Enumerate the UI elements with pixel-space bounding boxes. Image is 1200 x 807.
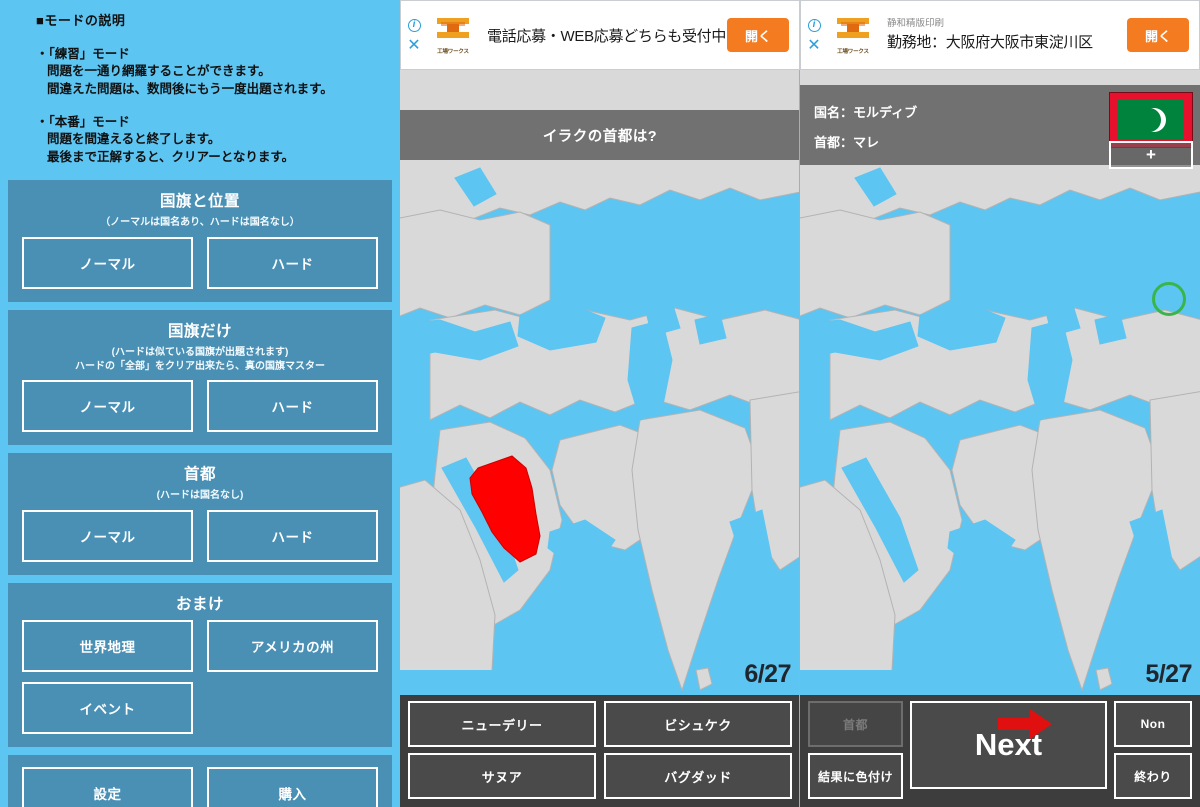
maldives-flag [1109,92,1193,148]
advertiser-logo-caption: 工場ワークス [437,48,469,55]
info-icon[interactable]: i [807,18,821,32]
mode-line: 問題を間違えると終了します。 [47,132,221,147]
section-title: 国旗と位置 [159,192,240,210]
section-buttons: ノーマル ハード [22,236,378,289]
bonus-us-states-button[interactable]: アメリカの州 [207,619,378,672]
quiz-pane-capital: イラクの首都は? 6/27 ニューデリー ビシュケク サヌア バグダッド [400,70,800,807]
section-capital: 首都 (ハードは国名なし) ノーマル ハード [8,452,392,575]
advertiser-logo-icon: 工場ワークス [427,12,479,58]
capital-hard-button[interactable]: ハード [207,509,378,562]
capital-normal-button[interactable]: ノーマル [22,509,193,562]
progress-counter-right: 5/27 [1145,660,1192,688]
country-name-label: 国名：モルディブ [814,105,918,120]
non-button[interactable]: Non [1114,701,1192,747]
ad-text-left: 電話応募・WEB応募どちらも受付中 [479,25,727,46]
ad-advertiser-name: 静和精版印刷 [887,18,945,30]
section-title: おまけ [175,595,224,613]
color-result-button[interactable]: 結果に色付け [808,753,903,799]
flag-only-normal-button[interactable]: ノーマル [22,379,193,432]
bonus-buttons: 世界地理 アメリカの州 イベント [22,619,378,734]
section-title: 国旗だけ [167,322,232,340]
mode-description: ■モードの説明 ・「練習」モード 問題を一通り網羅することができます。 間違えた… [8,0,392,167]
purchase-button[interactable]: 購入 [207,766,378,807]
ad-text-right: 静和精版印刷 勤務地：大阪府大阪市東淀川区 [879,18,1127,51]
advertiser-logo-icon: 工場ワークス [827,12,879,58]
section-buttons: ノーマル ハード [22,509,378,562]
section-subtitle-2: ハードの「全部」をクリア出来たら、真の国旗マスター [75,360,325,372]
answer-option-3[interactable]: サヌア [408,753,596,799]
answer-grid: ニューデリー ビシュケク サヌア バグダッド [408,701,792,799]
answer-option-2[interactable]: ビシュケク [604,701,792,747]
section-buttons: ノーマル ハード [22,379,378,432]
footer-buttons: 設定 購入 [22,766,378,807]
close-icon[interactable]: ✕ [407,37,420,54]
section-subtitle: (ハードは国名なし) [156,489,244,501]
zoom-in-button[interactable]: + [1109,141,1193,169]
bonus-event-button[interactable]: イベント [22,681,193,734]
ad-open-button-right[interactable]: 開く [1127,18,1189,52]
sidebar-footer: 設定 購入 [8,754,392,807]
control-column-right: Non 終わり [1114,701,1192,799]
red-arrow-pointer [998,709,1052,739]
info-icon[interactable]: i [407,18,421,32]
ad-banner-right[interactable]: i ✕ 工場ワークス 静和精版印刷 勤務地：大阪府大阪市東淀川区 開く [800,0,1200,70]
ad-banner-left[interactable]: i ✕ 工場ワークス 電話応募・WEB応募どちらも受付中 開く [400,0,800,70]
mode-line: 最後まで正解すると、クリアーとなります。 [47,150,295,165]
flag-location-normal-button[interactable]: ノーマル [22,236,193,289]
section-bonus: おまけ 世界地理 アメリカの州 イベント [8,582,392,747]
mode-description-item: ・「本番」モード 問題を間違えると終了します。 最後まで正解すると、クリアーとな… [36,111,392,166]
answer-option-1[interactable]: ニューデリー [408,701,596,747]
capital-name-label: 首都：マレ [814,135,880,150]
app-screen: ■モードの説明 ・「練習」モード 問題を一通り網羅することができます。 間違えた… [0,0,1200,807]
mode-description-item: ・「練習」モード 問題を一通り網羅することができます。 間違えた問題は、数問後に… [36,43,392,98]
mode-line: 問題を一通り網羅することができます。 [47,64,271,78]
section-title: 首都 [183,465,216,483]
section-subtitle: （ノーマルは国名あり、ハードは国名なし） [100,216,300,228]
mode-description-heading: ■モードの説明 [36,13,126,28]
mode-title: ・「練習」モード [36,47,130,61]
quiz-pane-result: 国名：モルディブ 首都：マレ + 5/27 首都 結果に色付け Next Non… [800,70,1200,807]
advertiser-logo-caption: 工場ワークス [837,48,869,55]
ad-headline: 電話応募・WEB応募どちらも受付中 [487,27,727,45]
quiz-panes: イラクの首都は? 6/27 ニューデリー ビシュケク サヌア バグダッド 国名：… [400,70,1200,807]
progress-counter-left: 6/27 [744,660,791,688]
answer-option-4[interactable]: バグダッド [604,753,792,799]
control-column-left: 首都 結果に色付け [808,701,903,799]
section-subtitle: (ハードは似ている国旗が出題されます) [111,346,289,358]
settings-button[interactable]: 設定 [22,766,193,807]
section-flag-only: 国旗だけ (ハードは似ている国旗が出題されます) ハードの「全部」をクリア出来た… [8,309,392,445]
ad-meta-right: i ✕ [803,1,825,71]
green-circle-marker [1152,282,1186,316]
flag-field [1118,100,1184,140]
close-icon[interactable]: ✕ [807,37,820,54]
ad-open-button-left[interactable]: 開く [727,18,789,52]
map-right[interactable] [800,70,1200,748]
flag-only-hard-button[interactable]: ハード [207,379,378,432]
sidebar: ■モードの説明 ・「練習」モード 問題を一通り網羅することができます。 間違えた… [0,0,400,807]
answer-deck: ニューデリー ビシュケク サヌア バグダッド [400,695,799,807]
capital-toggle-button[interactable]: 首都 [808,701,903,747]
mode-line: 間違えた問題は、数問後にもう一度出題されます。 [47,82,333,97]
ad-meta-left: i ✕ [403,1,425,71]
mode-title: ・「本番」モード [36,115,130,130]
bonus-world-geography-button[interactable]: 世界地理 [22,619,193,672]
map-left[interactable] [400,70,799,748]
ad-headline: 勤務地：大阪府大阪市東淀川区 [887,33,1093,51]
finish-button[interactable]: 終わり [1114,753,1192,799]
question-bar: イラクの首都は? [400,110,799,160]
game-area: i ✕ 工場ワークス 電話応募・WEB応募どちらも受付中 開く i ✕ 工場ワー… [400,0,1200,807]
section-flag-and-location: 国旗と位置 （ノーマルは国名あり、ハードは国名なし） ノーマル ハード [8,179,392,302]
flag-location-hard-button[interactable]: ハード [207,236,378,289]
ad-banners: i ✕ 工場ワークス 電話応募・WEB応募どちらも受付中 開く i ✕ 工場ワー… [400,0,1200,70]
